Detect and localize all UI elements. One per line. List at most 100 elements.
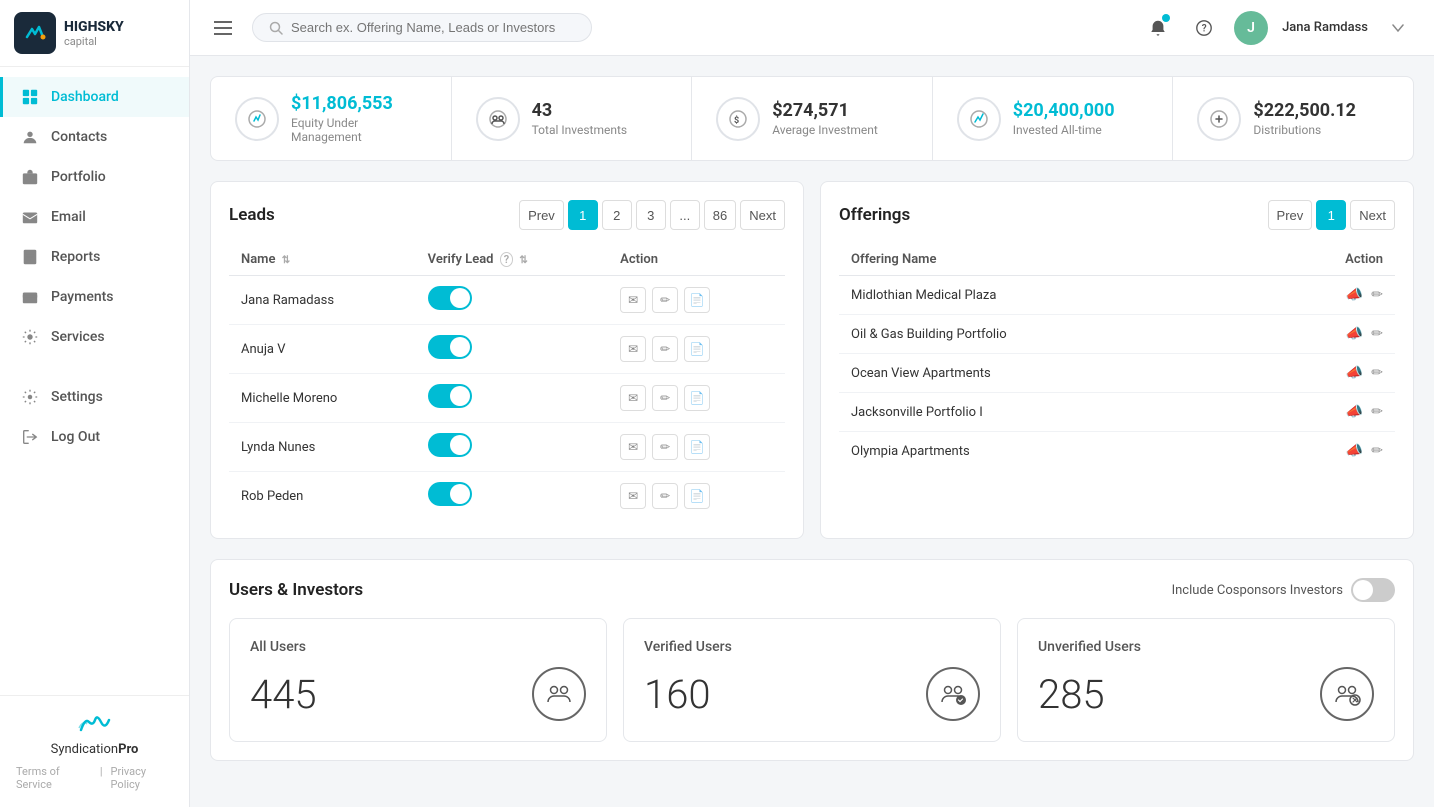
offering-megaphone-icon[interactable]: 📣: [1346, 404, 1363, 420]
lead-toggle-cell: [416, 423, 609, 472]
leads-col-name: Name ⇅: [229, 244, 416, 276]
offerings-col-name: Offering Name: [839, 244, 1253, 276]
offering-megaphone-icon[interactable]: 📣: [1346, 443, 1363, 459]
leads-page-3-btn[interactable]: 3: [636, 200, 666, 230]
offerings-title: Offerings: [839, 205, 910, 225]
offering-name: Oil & Gas Building Portfolio: [839, 315, 1253, 354]
lead-verify-toggle[interactable]: [428, 286, 472, 310]
offerings-prev-btn[interactable]: Prev: [1268, 200, 1313, 230]
table-row: Jacksonville Portfolio I 📣 ✏: [839, 393, 1395, 432]
lead-email-icon[interactable]: ✉: [620, 434, 646, 460]
lead-toggle-cell: [416, 325, 609, 374]
lead-doc-icon[interactable]: 📄: [684, 336, 710, 362]
lead-doc-icon[interactable]: 📄: [684, 434, 710, 460]
offering-megaphone-icon[interactable]: 📣: [1346, 326, 1363, 342]
all-users-card: All Users 445: [229, 618, 607, 742]
lead-verify-toggle[interactable]: [428, 433, 472, 457]
notification-dot: [1162, 14, 1170, 22]
offering-edit-icon[interactable]: ✏: [1371, 365, 1383, 381]
offerings-next-btn[interactable]: Next: [1350, 200, 1395, 230]
offering-edit-icon[interactable]: ✏: [1371, 326, 1383, 342]
lead-doc-icon[interactable]: 📄: [684, 483, 710, 509]
services-icon: [21, 328, 39, 346]
sidebar-item-email[interactable]: Email: [0, 197, 189, 237]
offering-action-group: 📣 ✏: [1265, 365, 1383, 381]
email-icon: [21, 208, 39, 226]
name-sort-icon[interactable]: ⇅: [282, 255, 290, 266]
all-users-content: 445: [250, 667, 586, 721]
logo-area: HIGHSKY capital: [0, 0, 189, 67]
sidebar-item-reports[interactable]: Reports: [0, 237, 189, 277]
leads-page-86-btn[interactable]: 86: [704, 200, 736, 230]
lead-verify-toggle[interactable]: [428, 482, 472, 506]
lead-edit-icon[interactable]: ✏: [652, 336, 678, 362]
unverified-users-content: 285: [1038, 667, 1374, 721]
privacy-link[interactable]: Privacy Policy: [111, 765, 173, 791]
verify-sort-icon[interactable]: ⇅: [519, 255, 527, 266]
lead-actions: ✉ ✏ 📄: [608, 374, 785, 423]
table-row: Anuja V ✉ ✏ 📄: [229, 325, 785, 374]
lead-email-icon[interactable]: ✉: [620, 385, 646, 411]
topbar-right: ? J Jana Ramdass: [1142, 11, 1414, 45]
sidebar-item-payments[interactable]: Payments: [0, 277, 189, 317]
users-section: Users & Investors Include Cosponsors Inv…: [210, 559, 1414, 761]
stat-invested: $20,400,000 Invested All-time: [933, 77, 1174, 160]
terms-link[interactable]: Terms of Service: [16, 765, 92, 791]
hamburger-button[interactable]: [210, 17, 236, 39]
leads-next-btn[interactable]: Next: [740, 200, 785, 230]
lead-email-icon[interactable]: ✉: [620, 336, 646, 362]
offerings-page-1-btn[interactable]: 1: [1316, 200, 1346, 230]
user-menu-button[interactable]: [1382, 12, 1414, 44]
offering-edit-icon[interactable]: ✏: [1371, 287, 1383, 303]
lead-verify-toggle[interactable]: [428, 335, 472, 359]
leads-page-1-btn[interactable]: 1: [568, 200, 598, 230]
lead-email-icon[interactable]: ✉: [620, 483, 646, 509]
all-users-title: All Users: [250, 639, 586, 655]
offering-megaphone-icon[interactable]: 📣: [1346, 365, 1363, 381]
verify-help-icon[interactable]: ?: [500, 252, 513, 267]
sidebar-item-portfolio[interactable]: Portfolio: [0, 157, 189, 197]
investments-icon: [476, 97, 520, 141]
footer-links: Terms of Service | Privacy Policy: [16, 765, 173, 791]
sidebar-item-dashboard[interactable]: Dashboard: [0, 77, 189, 117]
sidebar-item-logout[interactable]: Log Out: [0, 417, 189, 457]
lead-doc-icon[interactable]: 📄: [684, 287, 710, 313]
leads-table: Name ⇅ Verify Lead ? ⇅ Action: [229, 244, 785, 520]
lead-doc-icon[interactable]: 📄: [684, 385, 710, 411]
leads-page-2-btn[interactable]: 2: [602, 200, 632, 230]
lead-action-icons: ✉ ✏ 📄: [620, 287, 773, 313]
lead-email-icon[interactable]: ✉: [620, 287, 646, 313]
offering-edit-icon[interactable]: ✏: [1371, 443, 1383, 459]
cosponsors-toggle[interactable]: [1351, 578, 1395, 602]
stat-distributions: $222,500.12 Distributions: [1173, 77, 1413, 160]
leads-prev-btn[interactable]: Prev: [519, 200, 564, 230]
offering-edit-icon[interactable]: ✏: [1371, 404, 1383, 420]
offering-action-group: 📣 ✏: [1265, 443, 1383, 459]
lead-actions: ✉ ✏ 📄: [608, 423, 785, 472]
stat-average: $ $274,571 Average Investment: [692, 77, 933, 160]
notification-bell[interactable]: [1142, 12, 1174, 44]
offering-megaphone-icon[interactable]: 📣: [1346, 287, 1363, 303]
lead-edit-icon[interactable]: ✏: [652, 434, 678, 460]
avatar[interactable]: J: [1234, 11, 1268, 45]
help-button[interactable]: ?: [1188, 12, 1220, 44]
lead-toggle-cell: [416, 472, 609, 521]
topbar-left: [210, 13, 592, 42]
sidebar-item-services[interactable]: Services: [0, 317, 189, 357]
lead-edit-icon[interactable]: ✏: [652, 287, 678, 313]
sidebar-item-settings[interactable]: Settings: [0, 377, 189, 417]
average-label: Average Investment: [772, 123, 878, 137]
lead-verify-toggle[interactable]: [428, 384, 472, 408]
logout-icon: [21, 428, 39, 446]
contacts-icon: [21, 128, 39, 146]
nav-section: Dashboard Contacts Portfolio Email: [0, 67, 189, 695]
offering-actions: 📣 ✏: [1253, 393, 1395, 432]
sidebar-item-contacts[interactable]: Contacts: [0, 117, 189, 157]
sidebar-item-label: Email: [51, 209, 86, 225]
offering-actions: 📣 ✏: [1253, 432, 1395, 471]
sidebar-item-label: Settings: [51, 389, 103, 405]
lead-edit-icon[interactable]: ✏: [652, 385, 678, 411]
search-input[interactable]: [291, 20, 575, 35]
lead-edit-icon[interactable]: ✏: [652, 483, 678, 509]
verified-users-title: Verified Users: [644, 639, 980, 655]
